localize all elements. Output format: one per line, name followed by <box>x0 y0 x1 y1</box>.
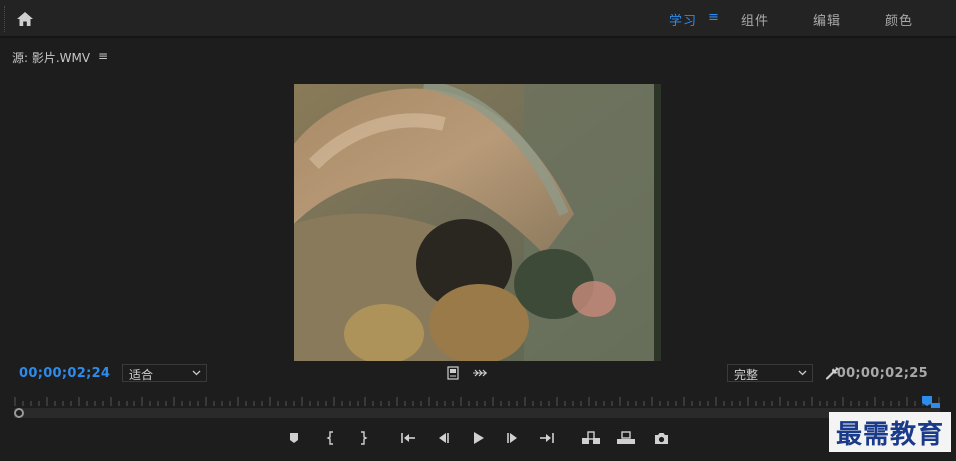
playhead[interactable] <box>921 394 941 413</box>
go-to-in-button[interactable] <box>399 430 417 446</box>
overwrite-icon <box>617 431 635 444</box>
source-panel-title[interactable]: 源: 影片.WMV <box>12 49 90 66</box>
resolution-select[interactable]: 完整 <box>727 364 813 382</box>
watermark-logo: 最需教育 <box>829 412 951 452</box>
time-ruler[interactable] <box>14 395 940 407</box>
go-to-out-button[interactable] <box>538 430 556 446</box>
workspace-tab-learn[interactable]: 学习 <box>669 10 697 29</box>
chevron-down-icon <box>192 367 201 382</box>
step-forward-button[interactable] <box>504 430 522 446</box>
export-frame-button[interactable] <box>652 430 670 446</box>
panel-grip[interactable] <box>4 6 6 32</box>
safe-margins-button[interactable] <box>446 365 460 380</box>
insert-button[interactable] <box>580 430 602 446</box>
zoom-select-value: 适合 <box>129 368 154 382</box>
home-button[interactable] <box>14 8 36 30</box>
scrub-bar[interactable] <box>14 408 940 418</box>
insert-icon <box>582 431 600 444</box>
mark-in-button[interactable] <box>322 430 340 446</box>
video-frame <box>294 84 661 361</box>
current-timecode[interactable]: 00;00;02;24 <box>19 366 110 381</box>
overwrite-button[interactable] <box>615 430 637 446</box>
play-button[interactable] <box>469 430 487 446</box>
film-icon <box>447 365 459 380</box>
zoom-handle-start[interactable] <box>14 408 24 418</box>
playhead-icon <box>922 396 940 408</box>
watermark-text: 最需教育 <box>835 419 944 450</box>
add-marker-button[interactable] <box>285 430 303 446</box>
video-image <box>294 84 661 361</box>
step-back-icon <box>439 433 449 443</box>
step-forward-icon <box>507 433 517 443</box>
zoom-select[interactable]: 适合 <box>122 364 207 382</box>
duration-timecode: 00;00;02;25 <box>836 366 928 381</box>
go-to-out-icon <box>540 433 554 443</box>
workspace-tab-color[interactable]: 颜色 <box>885 10 913 29</box>
mark-out-button[interactable] <box>354 430 372 446</box>
mark-out-icon <box>361 431 368 445</box>
mark-in-icon <box>326 431 333 445</box>
chevron-down-icon <box>798 367 807 382</box>
workspace-menu-icon[interactable]: ≡ <box>708 10 719 25</box>
arrows-icon <box>473 369 487 377</box>
workspace-tab-editing[interactable]: 编辑 <box>813 10 841 29</box>
play-icon <box>474 432 484 444</box>
workspace-bar: 学习 ≡ 组件 编辑 颜色 <box>0 0 956 38</box>
home-icon <box>17 12 33 26</box>
drag-video-button[interactable] <box>472 366 488 380</box>
step-back-button[interactable] <box>434 430 452 446</box>
go-to-in-icon <box>401 433 415 443</box>
workspace-tab-assembly[interactable]: 组件 <box>741 10 769 29</box>
panel-menu-icon[interactable]: ≡ <box>98 49 108 63</box>
marker-icon <box>290 433 298 443</box>
resolution-select-value: 完整 <box>734 368 759 382</box>
camera-icon <box>654 432 668 444</box>
